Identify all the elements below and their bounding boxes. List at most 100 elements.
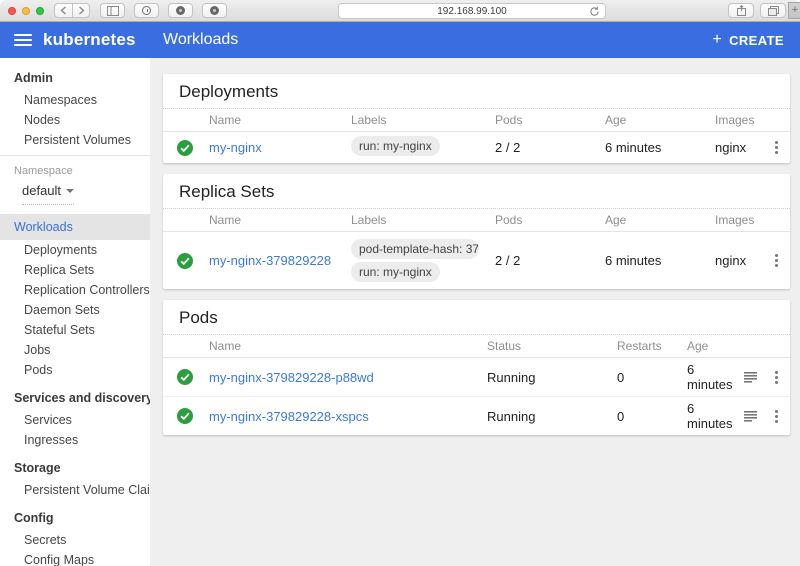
close-window-button[interactable] [8, 7, 16, 15]
minimize-window-button[interactable] [22, 7, 30, 15]
column-header-status: Status [479, 335, 609, 358]
column-header-name: Name [201, 109, 343, 132]
pods-card: Pods Name Status Restarts Age m [163, 300, 790, 435]
address-bar[interactable]: 192.168.99.100 [338, 3, 606, 19]
new-tab-button[interactable]: + [788, 2, 800, 19]
sidebar-toggle-button[interactable] [100, 3, 125, 18]
column-header-name: Name [201, 335, 479, 358]
sidebar-item-replication-controllers[interactable]: Replication Controllers [0, 280, 150, 300]
sidebar-item-pods[interactable]: Pods [0, 360, 150, 380]
label-chip: run: my-nginx [351, 262, 440, 282]
table-row: my-nginx-379829228-p88wd Running 0 6 min… [163, 358, 790, 397]
back-button[interactable] [54, 3, 72, 18]
column-header-age: Age [597, 109, 707, 132]
sidebar-item-persistent-volumes[interactable]: Persistent Volumes [0, 130, 150, 150]
sidebar-item-secrets[interactable]: Secrets [0, 530, 150, 550]
logs-icon[interactable] [743, 409, 758, 423]
column-header-labels: Labels [343, 109, 487, 132]
column-header-images: Images [707, 209, 762, 232]
row-menu-button[interactable] [771, 408, 782, 425]
label-chip: run: my-nginx [351, 136, 440, 156]
share-button[interactable] [728, 3, 754, 18]
pods-card-title: Pods [163, 300, 790, 335]
create-button[interactable]: + CREATE [712, 32, 784, 48]
age-value: 6 minutes [679, 397, 735, 436]
pods-count: 2 / 2 [487, 232, 597, 290]
status-value: Running [479, 358, 609, 397]
sidebar-item-workloads[interactable]: Workloads [0, 214, 150, 240]
sidebar-item-ingresses[interactable]: Ingresses [0, 430, 150, 450]
sidebar-item-nodes[interactable]: Nodes [0, 110, 150, 130]
sidebar-section-config: Config [0, 506, 150, 530]
sidebar-item-namespaces[interactable]: Namespaces [0, 90, 150, 110]
pod-link[interactable]: my-nginx-379829228-p88wd [209, 370, 374, 385]
sidebar-item-replica-sets[interactable]: Replica Sets [0, 260, 150, 280]
replica-sets-card: Replica Sets Name Labels Pods Age Images [163, 174, 790, 289]
column-header-restarts: Restarts [609, 335, 679, 358]
create-button-label: CREATE [729, 33, 784, 48]
restarts-value: 0 [609, 358, 679, 397]
sidebar-item-services[interactable]: Services [0, 410, 150, 430]
reload-icon [589, 6, 600, 17]
row-menu-button[interactable] [771, 369, 782, 386]
tabs-icon [768, 6, 779, 16]
status-ok-icon [177, 408, 193, 424]
pod-link[interactable]: my-nginx-379829228-xspcs [209, 409, 369, 424]
images-value: nginx [707, 132, 762, 164]
replica-set-link[interactable]: my-nginx-379829228 [209, 253, 331, 268]
namespace-value: default [22, 183, 61, 198]
kubernetes-logo: kubernetes [43, 30, 136, 50]
age-value: 6 minutes [679, 358, 735, 397]
logs-icon[interactable] [743, 370, 758, 384]
extension-icon-1 [142, 6, 151, 15]
extension-icon-3 [210, 6, 219, 15]
column-header-pods: Pods [487, 109, 597, 132]
sidebar-item-deployments[interactable]: Deployments [0, 240, 150, 260]
extension-button-2[interactable] [168, 3, 193, 18]
share-icon [737, 5, 746, 16]
images-value: nginx [707, 232, 762, 290]
chevron-down-icon [66, 189, 74, 193]
menu-icon[interactable] [14, 34, 32, 46]
deployments-card-title: Deployments [163, 74, 790, 109]
reload-button[interactable] [589, 6, 600, 20]
sidebar-item-stateful-sets[interactable]: Stateful Sets [0, 320, 150, 340]
namespace-select[interactable]: default [22, 183, 74, 205]
column-header-name: Name [201, 209, 343, 232]
forward-button[interactable] [72, 3, 90, 18]
table-row: my-nginx-379829228-xspcs Running 0 6 min… [163, 397, 790, 436]
row-menu-button[interactable] [770, 139, 782, 156]
namespace-label: Namespace [0, 156, 150, 179]
status-ok-icon [177, 140, 193, 156]
extension-button-3[interactable] [202, 3, 227, 18]
zoom-window-button[interactable] [36, 7, 44, 15]
deployments-card: Deployments Name Labels Pods Age Images [163, 74, 790, 163]
page-title: Workloads [163, 31, 238, 49]
age-value: 6 minutes [597, 132, 707, 164]
sidebar-item-jobs[interactable]: Jobs [0, 340, 150, 360]
deployments-table: Name Labels Pods Age Images my-nginx run… [163, 109, 790, 163]
column-header-pods: Pods [487, 209, 597, 232]
deployment-link[interactable]: my-nginx [209, 140, 262, 155]
replica-sets-card-title: Replica Sets [163, 174, 790, 209]
column-header-age: Age [679, 335, 735, 358]
sidebar-item-config-maps[interactable]: Config Maps [0, 550, 150, 566]
app-header: kubernetes Workloads + CREATE [0, 22, 800, 58]
status-ok-icon [177, 369, 193, 385]
row-menu-button[interactable] [770, 252, 782, 269]
sidebar-item-daemon-sets[interactable]: Daemon Sets [0, 300, 150, 320]
column-header-images: Images [707, 109, 762, 132]
sidebar: Admin Namespaces Nodes Persistent Volume… [0, 58, 150, 566]
sidebar-section-admin: Admin [0, 66, 150, 90]
sidebar-icon [107, 6, 119, 16]
status-ok-icon [177, 253, 193, 269]
sidebar-item-persistent-volume-claims[interactable]: Persistent Volume Claims [0, 480, 150, 500]
url-text: 192.168.99.100 [437, 6, 507, 17]
pods-count: 2 / 2 [487, 132, 597, 164]
column-header-labels: Labels [343, 209, 487, 232]
extension-button-1[interactable] [134, 3, 159, 18]
table-row: my-nginx-379829228 pod-template-hash: 37… [163, 232, 790, 290]
tab-overview-button[interactable] [760, 3, 786, 18]
sidebar-section-storage: Storage [0, 456, 150, 480]
age-value: 6 minutes [597, 232, 707, 290]
